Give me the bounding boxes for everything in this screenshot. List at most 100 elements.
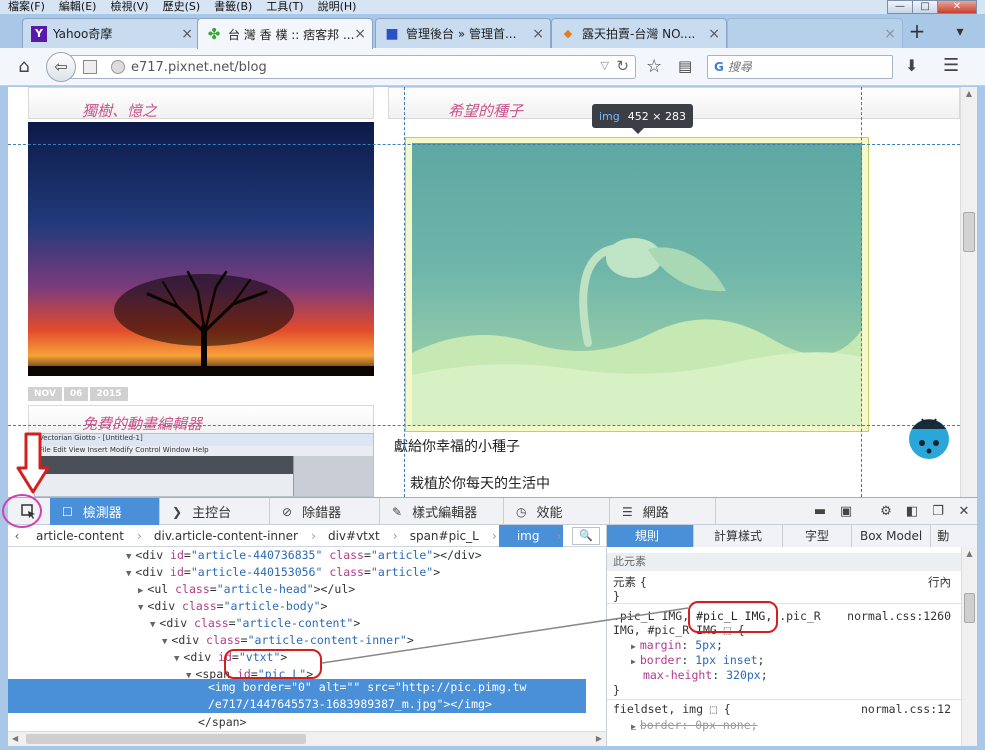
markup-node[interactable]: ▶ <ul class="article-head"></ul> [138,581,355,598]
bookmark-star-icon[interactable]: ☆ [646,56,662,77]
element-rule[interactable]: 元素 { [613,575,647,590]
css-value[interactable]: 5px [695,638,716,652]
download-icon[interactable]: ⬇ [905,56,918,75]
stylesheet-link[interactable]: normal.css:1260 [847,609,951,624]
scroll-up-icon[interactable]: ▲ [962,547,977,561]
back-button[interactable]: ⇦ [46,52,76,82]
search-box[interactable]: G [707,55,893,79]
menu-view[interactable]: 檢視(V) [110,0,148,14]
dock-side-icon[interactable]: ◧ [899,504,925,519]
close-devtools-icon[interactable]: ✕ [951,504,977,519]
stylesheet-link[interactable]: normal.css:12 [861,702,951,717]
attr-name[interactable]: id [170,548,184,562]
menu-history[interactable]: 歷史(S) [163,0,201,14]
scroll-left-icon[interactable]: ◀ [12,732,18,746]
minimize-button[interactable]: — [887,0,913,14]
menu-tools[interactable]: 工具(T) [266,0,303,14]
attr-name[interactable]: class [329,565,364,579]
markup-node[interactable]: ▼ <div id="article-440736835" class="arti… [126,547,482,564]
breadcrumb-item[interactable]: span#pic_L [400,525,499,547]
css-value[interactable]: 1px inset [695,653,757,667]
markup-horizontal-scrollbar[interactable]: ◀ ▶ [8,731,606,746]
scroll-up-icon[interactable]: ▲ [961,87,977,101]
markup-node[interactable]: ▼ <div id="article-440153056" class="arti… [126,564,440,581]
attr-name[interactable]: id [170,565,184,579]
css-declaration[interactable]: max-height: 320px; [643,668,768,683]
tab-computed[interactable]: 計算樣式 [694,525,784,547]
tab-blurred[interactable]: × [727,18,903,48]
markup-node[interactable]: ▼ <div class="article-content"> [150,615,360,632]
undock-icon[interactable]: ❐ [925,504,951,519]
breadcrumb-item[interactable]: div.article-content-inner [144,525,318,547]
rules-scrollbar[interactable]: ▲ [961,547,977,746]
attr-value[interactable]: "article-head" [217,582,314,596]
tab-box-model[interactable]: Box Model [852,525,932,547]
attr-value[interactable]: "article-content-inner" [248,633,407,647]
devtools-tab-style-editor[interactable]: ✎ 樣式編輯器 [380,498,504,525]
expand-toggle-icon[interactable]: ▼ [162,637,167,647]
page-scrollbar[interactable]: ▲ [960,87,977,497]
post-title-3[interactable]: 希望的種子 [448,100,523,121]
inline-source[interactable]: 行內 [928,575,951,590]
post-title-2[interactable]: 免費的動畫編輯器 [82,413,202,434]
css-value[interactable]: 0px none [695,718,750,732]
close-window-button[interactable]: ✕ [937,0,977,14]
close-tab-icon[interactable]: × [532,26,544,42]
devtools-tab-debugger[interactable]: ⊘ 除錯器 [270,498,380,525]
search-input[interactable] [727,60,868,74]
attr-name[interactable]: class [206,633,241,647]
devtools-tab-inspector[interactable]: ☐ 檢測器 [50,498,160,525]
tab-pixnet[interactable]: ✤ 台 灣 香 樸 :: 痞客邦 ... × [197,18,373,49]
expand-toggle-icon[interactable]: ▼ [126,552,131,562]
css-property[interactable]: max-height [643,668,712,682]
maximize-button[interactable]: □ [912,0,938,14]
markup-node[interactable]: ▼ <div class="article-content-inner"> [162,632,414,649]
css-property[interactable]: border [640,653,682,667]
attr-value[interactable]: "article-440736835" [191,548,323,562]
editor-screenshot-image[interactable]: Vectorian Giotto - [Untitled-1] File Edi… [34,433,374,497]
attr-value[interactable]: "article" [371,565,433,579]
url-text[interactable]: e717.pixnet.net/blog [131,60,267,75]
expand-icon[interactable]: ▶ [631,642,636,651]
attr-name[interactable]: class [194,616,229,630]
responsive-view-icon[interactable]: ▣ [833,504,859,519]
reload-icon[interactable]: ↻ [616,57,629,75]
scroll-thumb[interactable] [964,593,975,623]
split-console-icon[interactable]: ▬ [807,504,833,519]
devtools-tab-network[interactable]: ☰ 網路 [610,498,716,525]
expand-toggle-icon[interactable]: ▼ [174,654,179,664]
menu-file[interactable]: 檔案(F) [8,0,45,14]
breadcrumb-item-active[interactable]: img [498,524,564,547]
new-tab-button[interactable]: + [905,20,929,44]
breadcrumb-left-icon[interactable]: ‹ [8,529,26,543]
hamburger-menu-icon[interactable]: ☰ [943,55,959,76]
tab-fonts[interactable]: 字型 [783,525,853,547]
attr-value[interactable]: "article-440153056" [191,565,323,579]
close-tab-icon[interactable]: × [884,26,896,42]
attr-value[interactable]: "article-body" [224,599,321,613]
expand-toggle-icon[interactable]: ▶ [138,586,143,596]
markup-node[interactable]: ▼ <div class="article-body"> [138,598,327,615]
url-bar[interactable]: e717.pixnet.net/blog ▽ ↻ [66,55,636,79]
attr-value[interactable]: "article-content" [236,616,354,630]
settings-gear-icon[interactable]: ⚙ [873,504,899,519]
close-tab-icon[interactable]: × [708,26,720,42]
selected-markup-node[interactable]: <img border="0" alt="" src="http://pic.p… [8,679,586,713]
home-icon[interactable]: ⌂ [12,56,36,78]
breadcrumb-item[interactable]: article-content [26,525,144,547]
expand-toggle-icon[interactable]: ▼ [150,620,155,630]
attr-value[interactable]: "article" [371,548,433,562]
scroll-thumb[interactable] [26,734,306,744]
seed-sprout-image[interactable] [412,143,862,425]
history-dropdown-icon[interactable]: ▽ [601,59,609,72]
css-declaration-overridden[interactable]: ▶ border: 0px none; [631,718,758,733]
tab-animations[interactable]: 動 [931,525,955,547]
scroll-thumb[interactable] [963,212,975,252]
tab-rules[interactable]: 規則 [607,525,695,547]
rule-selector[interactable]: fieldset, img ⬚ { [613,702,731,717]
tree-sunset-image[interactable] [28,122,374,376]
breadcrumb-item[interactable]: div#vtxt [318,525,400,547]
ladybug-icon[interactable] [904,413,954,459]
markup-node[interactable]: </span> [198,714,246,731]
css-property[interactable]: margin [640,638,682,652]
